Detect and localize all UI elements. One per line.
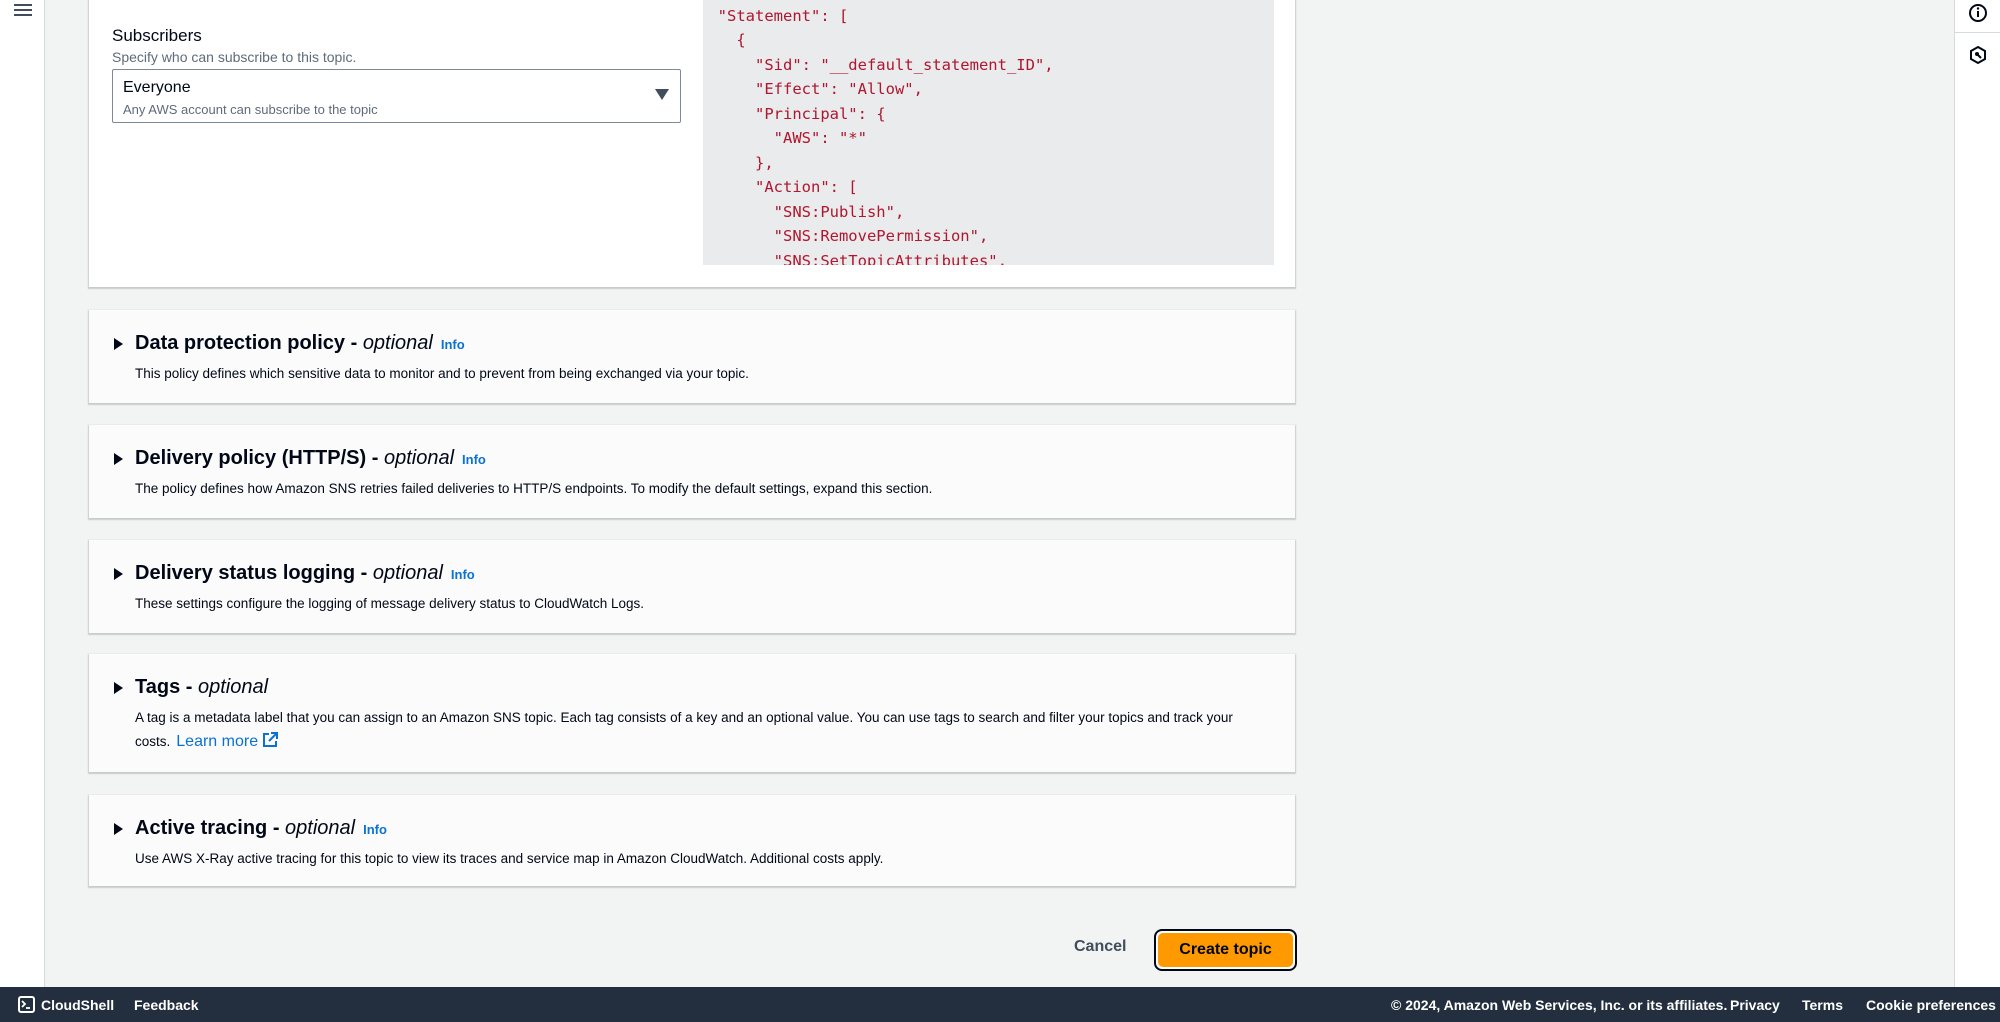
description-text: A tag is a metadata label that you can a… xyxy=(135,710,1233,749)
expandable-section[interactable]: Delivery status logging - optional Info Th… xyxy=(89,540,1295,633)
code-line: "SNS:SetTopicAttributes", xyxy=(703,251,1007,266)
caret-down-icon xyxy=(655,89,669,100)
section-title[interactable]: Delivery policy (HTTP/S) - optional Info xyxy=(135,447,486,470)
code-line: "SNS:Publish", xyxy=(703,202,905,221)
cancel-button[interactable]: Cancel xyxy=(1068,938,1132,956)
cloudshell-icon[interactable] xyxy=(18,996,35,1013)
section-title-text: Delivery status logging - xyxy=(135,562,373,584)
section-title-text: Active tracing - xyxy=(135,817,286,839)
selected-description: Any AWS account can subscribe to the top… xyxy=(123,102,378,117)
divider xyxy=(1955,32,2000,33)
code-line: "SNS:RemovePermission", xyxy=(703,227,989,245)
selected-value: Everyone xyxy=(123,79,191,96)
footer: CloudShell Feedback © 2024, Amazon Web S… xyxy=(0,987,2000,1022)
cloudshell-link[interactable]: CloudShell xyxy=(41,997,114,1013)
code-line: "AWS": "*" xyxy=(703,129,867,147)
section-description: This policy defines which sensitive data… xyxy=(135,362,1265,386)
expandable-section[interactable]: Delivery policy (HTTP/S) - optional Info T… xyxy=(89,425,1295,518)
section-title[interactable]: Data protection policy - optional Info xyxy=(135,332,465,355)
copyright-text: © 2024, Amazon Web Services, Inc. or its… xyxy=(1391,997,1728,1013)
left-navigation-rail xyxy=(0,0,45,987)
code-line: "Statement": [ xyxy=(703,6,849,25)
info-link[interactable]: Info xyxy=(451,567,475,582)
section-title-text: Tags - xyxy=(135,676,198,698)
caret-right-icon[interactable] xyxy=(114,338,123,350)
section-title-text: Delivery policy (HTTP/S) - xyxy=(135,447,384,469)
section-title-text: Data protection policy - xyxy=(135,332,363,354)
optional-label: optional xyxy=(197,676,269,698)
external-link-icon xyxy=(263,732,279,747)
privacy-link[interactable]: Privacy xyxy=(1730,997,1780,1013)
hexagon-tool-icon[interactable] xyxy=(1967,44,1989,66)
code-line: { xyxy=(703,31,746,49)
optional-label: optional xyxy=(362,332,433,354)
section-description: Use AWS X-Ray active tracing for this to… xyxy=(135,847,1265,871)
info-link[interactable]: Info xyxy=(462,452,486,467)
optional-label: optional xyxy=(372,562,443,584)
section-description: A tag is a metadata label that you can a… xyxy=(135,706,1265,754)
section-description: The policy defines how Amazon SNS retrie… xyxy=(135,477,1265,501)
menu-icon[interactable] xyxy=(14,2,32,18)
optional-label: optional xyxy=(383,447,455,469)
code-line: "Effect": "Allow", xyxy=(703,80,923,98)
caret-right-icon[interactable] xyxy=(114,823,123,835)
terms-link[interactable]: Terms xyxy=(1802,997,1843,1013)
subscribers-select[interactable]: Everyone Any AWS account can subscribe t… xyxy=(112,69,681,123)
section-description: These settings configure the logging of … xyxy=(135,592,1265,616)
caret-right-icon[interactable] xyxy=(114,453,123,465)
code-line: "Sid": "__default_statement_ID", xyxy=(703,55,1054,74)
description-text: These settings configure the logging of … xyxy=(135,596,645,611)
create-topic-button[interactable]: Create topic xyxy=(1154,929,1297,971)
learn-more-text: Learn more xyxy=(176,733,259,750)
create-topic-label: Create topic xyxy=(1158,933,1293,967)
code-line: "Principal": { xyxy=(703,104,886,123)
learn-more-link[interactable]: Learn more xyxy=(176,732,279,750)
code-line: "Action": [ xyxy=(703,178,858,196)
cookie-preferences-link[interactable]: Cookie preferences xyxy=(1866,997,1996,1013)
subscribers-hint: Specify who can subscribe to this topic. xyxy=(112,49,357,65)
json-policy-editor[interactable]: "Id": "__default_policy_ID", "Statement"… xyxy=(703,0,1274,265)
caret-right-icon[interactable] xyxy=(114,682,123,694)
subscribers-label: Subscribers xyxy=(112,26,202,45)
description-text: The policy defines how Amazon SNS retrie… xyxy=(135,481,933,496)
expandable-section[interactable]: Tags - optional A tag is a metadata label… xyxy=(89,654,1295,772)
info-link[interactable]: Info xyxy=(363,822,387,837)
access-policy-panel: Subscribers Specify who can subscribe to… xyxy=(89,0,1295,287)
caret-right-icon[interactable] xyxy=(114,568,123,580)
description-text: Use AWS X-Ray active tracing for this to… xyxy=(135,851,884,866)
info-icon[interactable] xyxy=(1967,2,1989,24)
info-link[interactable]: Info xyxy=(441,337,465,352)
section-title[interactable]: Tags - optional xyxy=(135,676,268,699)
expandable-section[interactable]: Data protection policy - optional Info Thi… xyxy=(89,310,1295,403)
feedback-link[interactable]: Feedback xyxy=(134,997,199,1013)
optional-label: optional xyxy=(285,817,356,839)
right-tools-rail xyxy=(1954,0,2000,987)
description-text: This policy defines which sensitive data… xyxy=(135,366,749,381)
section-title[interactable]: Delivery status logging - optional Info xyxy=(135,562,475,585)
expandable-section[interactable]: Active tracing - optional Info Use AWS X-R… xyxy=(89,795,1295,886)
section-title[interactable]: Active tracing - optional Info xyxy=(135,817,387,840)
code-line: }, xyxy=(703,153,774,172)
